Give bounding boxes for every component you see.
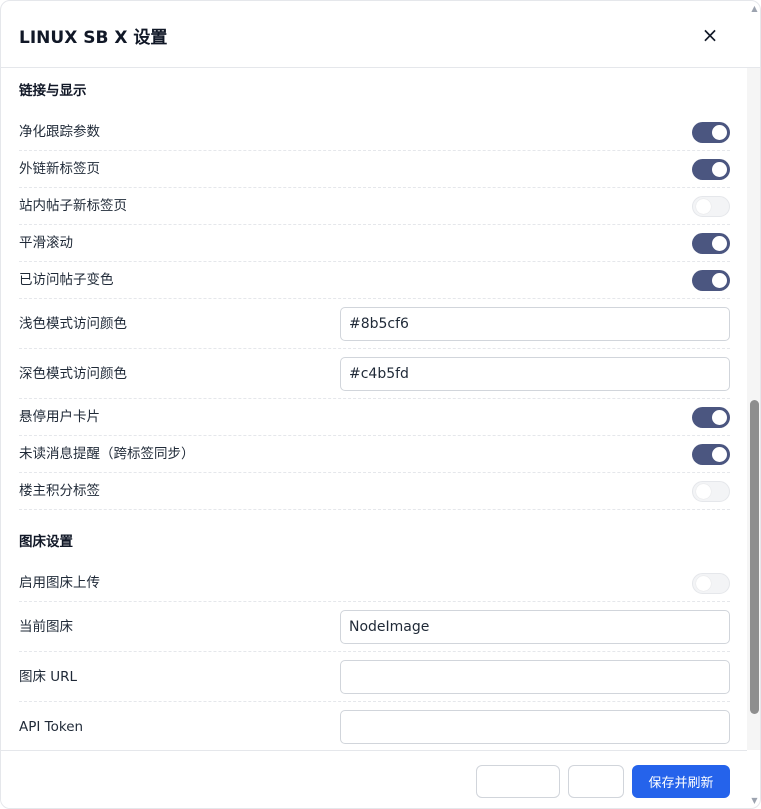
row-api-token: API Token <box>19 702 730 750</box>
row-enable-image-upload: 启用图床上传 <box>19 565 730 602</box>
row-smooth-scroll: 平滑滚动 <box>19 225 730 262</box>
light-visited-color-input[interactable] <box>340 307 730 341</box>
toggle-knob <box>712 273 727 288</box>
toggle-internal-new-tab[interactable] <box>692 196 730 217</box>
row-label: 楼主积分标签 <box>19 483 100 499</box>
row-label: 悬停用户卡片 <box>19 409 100 425</box>
row-hover-user-card: 悬停用户卡片 <box>19 399 730 436</box>
toggle-knob <box>712 125 727 140</box>
api-token-input[interactable] <box>340 710 730 744</box>
toggle-unread-reminder[interactable] <box>692 444 730 465</box>
row-internal-new-tab: 站内帖子新标签页 <box>19 188 730 225</box>
toggle-clean-tracking[interactable] <box>692 122 730 143</box>
dark-visited-color-input[interactable] <box>340 357 730 391</box>
row-unread-reminder: 未读消息提醒（跨标签同步） <box>19 436 730 473</box>
scrollbar-thumb[interactable] <box>750 400 759 714</box>
row-label: 当前图床 <box>19 619 73 635</box>
row-current-image-host: 当前图床 <box>19 602 730 652</box>
cancel-button[interactable] <box>568 765 624 798</box>
toggle-visited-color[interactable] <box>692 270 730 291</box>
dialog-title: LINUX SB X 设置 <box>19 28 168 48</box>
dialog-header: LINUX SB X 设置 × <box>1 1 760 68</box>
row-dark-visited-color: 深色模式访问颜色 <box>19 349 730 399</box>
row-image-host-url: 图床 URL <box>19 652 730 702</box>
row-label: 启用图床上传 <box>19 575 100 591</box>
settings-inner: 链接与显示 净化跟踪参数 外链新标签页 站内帖子新标签页 平滑滚动 已访问帖子变… <box>19 68 730 750</box>
toggle-knob <box>712 447 727 462</box>
toggle-hover-user-card[interactable] <box>692 407 730 428</box>
toggle-knob <box>696 484 711 499</box>
row-label: 外链新标签页 <box>19 161 100 177</box>
settings-content[interactable]: 链接与显示 净化跟踪参数 外链新标签页 站内帖子新标签页 平滑滚动 已访问帖子变… <box>1 68 747 750</box>
row-light-visited-color: 浅色模式访问颜色 <box>19 299 730 349</box>
row-label: API Token <box>19 719 84 735</box>
section-title-links: 链接与显示 <box>19 83 87 99</box>
scroll-down-arrow-icon[interactable]: ▼ <box>750 797 759 805</box>
current-image-host-input[interactable] <box>340 610 730 644</box>
row-label: 已访问帖子变色 <box>19 272 114 288</box>
toggle-knob <box>712 162 727 177</box>
row-label: 浅色模式访问颜色 <box>19 316 127 332</box>
row-label: 平滑滚动 <box>19 235 73 251</box>
toggle-knob <box>696 199 711 214</box>
image-host-url-input[interactable] <box>340 660 730 694</box>
toggle-external-new-tab[interactable] <box>692 159 730 180</box>
row-label: 深色模式访问颜色 <box>19 366 127 382</box>
section-title-image-host: 图床设置 <box>19 534 73 550</box>
save-and-refresh-button[interactable]: 保存并刷新 <box>632 765 730 798</box>
toggle-knob <box>712 236 727 251</box>
toggle-knob <box>696 576 711 591</box>
row-clean-tracking: 净化跟踪参数 <box>19 114 730 151</box>
settings-dialog: LINUX SB X 设置 × 链接与显示 净化跟踪参数 外链新标签页 站内帖子… <box>0 0 761 809</box>
row-external-new-tab: 外链新标签页 <box>19 151 730 188</box>
scroll-up-arrow-icon[interactable]: ▲ <box>750 5 759 13</box>
row-visited-color: 已访问帖子变色 <box>19 262 730 299</box>
row-label: 站内帖子新标签页 <box>19 198 127 214</box>
row-label: 净化跟踪参数 <box>19 124 100 140</box>
row-label: 未读消息提醒（跨标签同步） <box>19 446 195 462</box>
toggle-knob <box>712 410 727 425</box>
toggle-op-points-tag[interactable] <box>692 481 730 502</box>
row-label: 图床 URL <box>19 669 78 685</box>
toggle-enable-image-upload[interactable] <box>692 573 730 594</box>
toggle-smooth-scroll[interactable] <box>692 233 730 254</box>
close-icon[interactable]: × <box>699 24 721 46</box>
reset-button[interactable] <box>476 765 560 798</box>
dialog-footer: 保存并刷新 <box>1 750 747 808</box>
row-op-points-tag: 楼主积分标签 <box>19 473 730 510</box>
